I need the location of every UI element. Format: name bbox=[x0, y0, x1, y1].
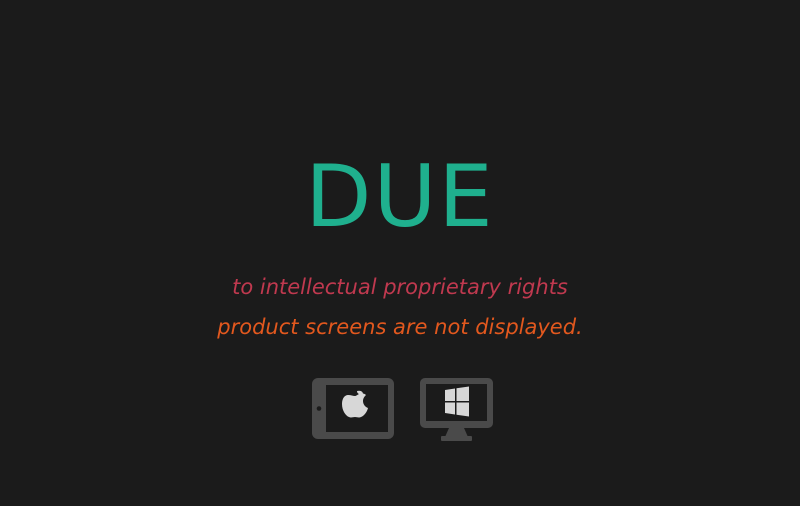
windows-monitor-icon bbox=[420, 378, 493, 441]
notice-line-2: product screens are not displayed. bbox=[217, 315, 583, 339]
notice-screen: DUE to intellectual proprietary rights p… bbox=[0, 0, 800, 506]
headline: DUE bbox=[305, 147, 495, 247]
apple-tablet-icon bbox=[312, 378, 394, 439]
notice-line-1: to intellectual proprietary rights bbox=[232, 275, 568, 299]
